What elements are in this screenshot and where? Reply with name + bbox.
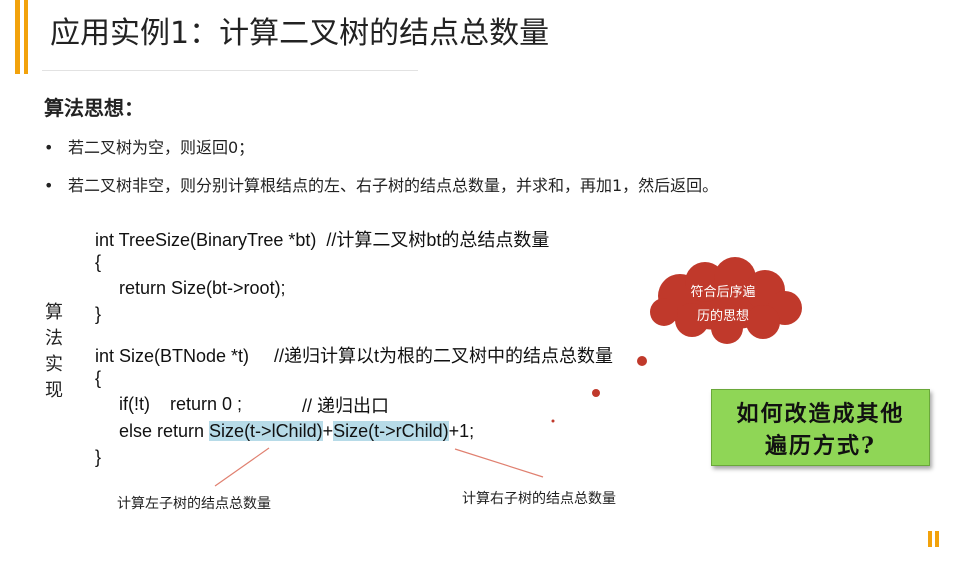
tiny-red-dot <box>551 419 555 423</box>
right-subtree-note: 计算右子树的结点总数量 <box>462 491 616 507</box>
cloud-tail-dot <box>637 356 647 366</box>
cloud-text-line-1: 符合后序遍 <box>690 285 756 300</box>
question-box: 如何改造成其他 遍历方式? <box>711 389 930 466</box>
left-subtree-note: 计算左子树的结点总数量 <box>117 496 271 512</box>
right-pointer-line <box>454 448 544 478</box>
cloud-callout: 符合后序遍 历的思想 <box>665 281 781 329</box>
question-line-1: 如何改造成其他 <box>736 401 905 427</box>
cloud-tail-dot-small <box>592 389 600 397</box>
cloud-text-line-2: 历的思想 <box>696 309 749 324</box>
left-pointer-line <box>214 447 270 487</box>
pause-icon[interactable] <box>928 531 940 547</box>
question-line-2: 遍历方式? <box>765 433 876 459</box>
